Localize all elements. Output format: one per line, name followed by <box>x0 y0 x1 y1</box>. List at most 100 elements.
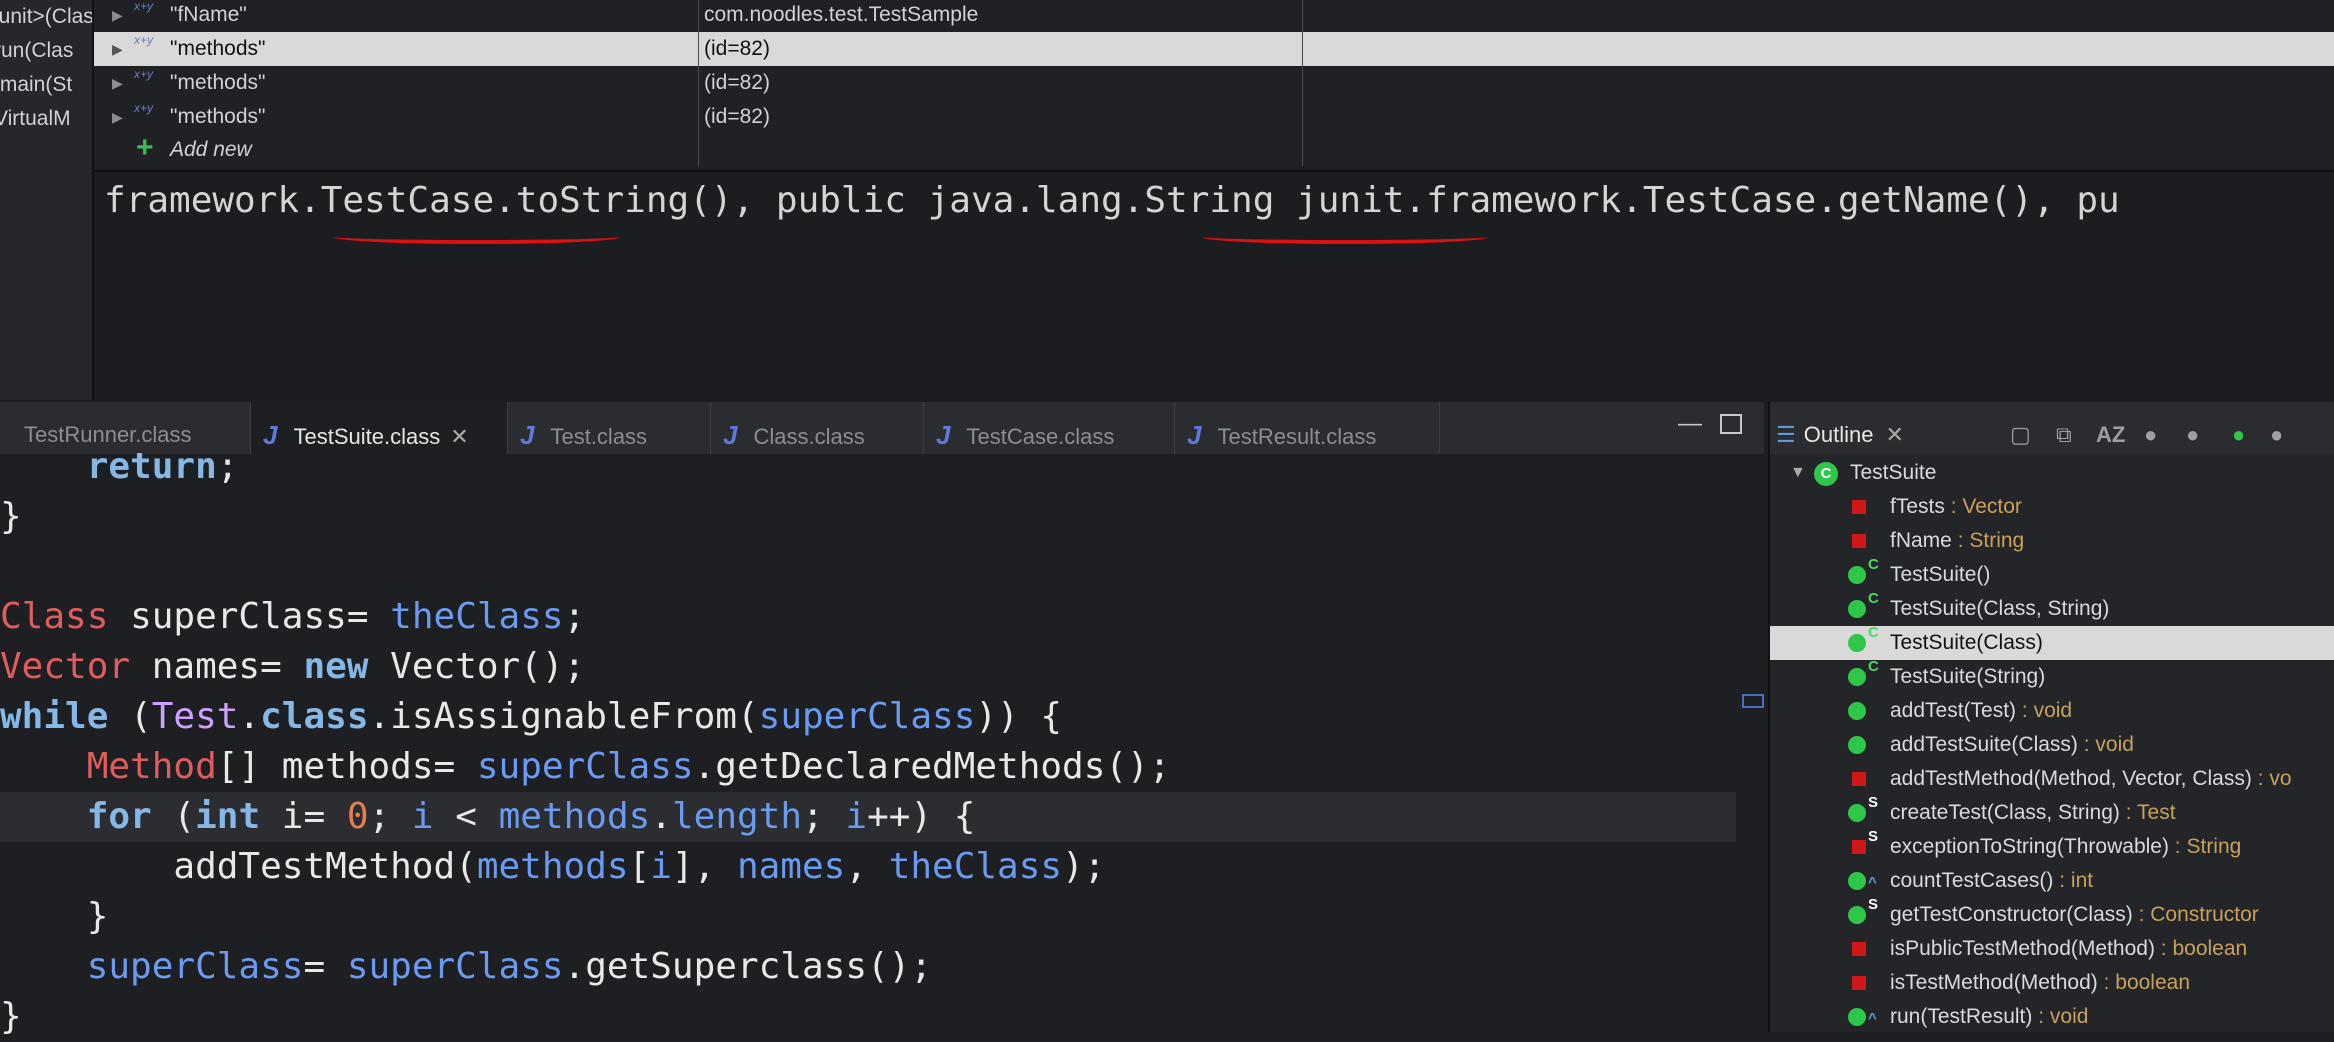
static-badge: S <box>1868 896 1879 913</box>
private-method-icon <box>1852 942 1866 956</box>
constructor-badge: C <box>1868 658 1879 675</box>
code-line: Vector names= new Vector(); <box>0 646 586 687</box>
focus-icon[interactable]: ▢ <box>2010 422 2031 448</box>
code-line: } <box>0 996 22 1037</box>
outline-item[interactable]: fTests : Vector <box>1770 490 2334 524</box>
public-method-icon <box>1848 906 1866 924</box>
outline-item[interactable]: addTestSuite(Class) : void <box>1770 728 2334 762</box>
code-line: Method[] methods= superClass.getDeclared… <box>86 746 1171 787</box>
tab-outline[interactable]: ☰ Outline ✕ <box>1776 402 1904 454</box>
maximize-icon[interactable] <box>1720 414 1742 434</box>
private-field-icon <box>1852 500 1866 514</box>
private-method-icon <box>1852 840 1866 854</box>
stack-frame[interactable]: run(Clas <box>0 34 92 68</box>
expression-name: "methods" <box>170 71 266 94</box>
outline-header: ☰ Outline ✕ ▢ ⧉ AZ ● ● ● ● <box>1770 402 2334 454</box>
constructor-badge: C <box>1868 624 1879 641</box>
expression-row[interactable]: ▶ x+y "methods" (id=82) <box>94 66 2334 100</box>
stack-frame[interactable]: .main(St <box>0 68 92 102</box>
outline-item[interactable]: C TestSuite(String) <box>1770 658 2334 694</box>
code-line: superClass= superClass.getSuperclass(); <box>86 946 933 987</box>
public-method-icon <box>1848 634 1866 652</box>
stack-frame[interactable]: VirtualM <box>0 102 92 136</box>
public-method-icon <box>1848 872 1866 890</box>
stack-frame[interactable]: junit>(Clas <box>0 0 92 34</box>
code-line: } <box>0 496 22 537</box>
outline-item[interactable]: addTestMethod(Method, Vector, Class) : v… <box>1770 762 2334 796</box>
expand-arrow-icon[interactable]: ▶ <box>112 100 123 134</box>
expression-value: (id=82) <box>704 37 770 60</box>
expand-arrow-icon[interactable]: ▶ <box>112 66 123 100</box>
hide-static-icon[interactable]: ● <box>2186 422 2199 448</box>
debug-callstack: junit>(Clas run(Clas .main(St VirtualM <box>0 0 94 400</box>
detail-text: framework.TestCase.toString(), public ja… <box>104 180 2120 221</box>
code-line: } <box>86 896 109 937</box>
outline-icon: ☰ <box>1776 422 1796 447</box>
outline-item-selected[interactable]: C TestSuite(Class) <box>1770 624 2334 660</box>
constructor-badge: C <box>1868 590 1879 607</box>
hide-fields-icon[interactable]: ● <box>2144 422 2157 448</box>
public-method-icon <box>1848 736 1866 754</box>
outline-item[interactable]: C TestSuite() <box>1770 556 2334 592</box>
overview-ruler-marker[interactable] <box>1742 694 1764 708</box>
sort-icon[interactable]: AZ <box>2096 422 2125 448</box>
outline-root-label: TestSuite <box>1850 461 1937 484</box>
class-icon: C <box>1814 462 1838 486</box>
static-badge: S <box>1868 794 1879 811</box>
watch-expression-icon: x+y <box>134 67 154 81</box>
public-method-icon <box>1848 804 1866 822</box>
collapse-arrow-icon[interactable]: ▼ <box>1790 456 1806 490</box>
public-method-icon <box>1848 566 1866 584</box>
code-line: return; <box>86 446 239 487</box>
expression-detail-pane[interactable]: framework.TestCase.toString(), public ja… <box>94 170 2334 402</box>
expression-row[interactable]: ▶ x+y "methods" (id=82) <box>94 100 2334 134</box>
column-divider[interactable] <box>698 0 699 166</box>
code-line: while (Test.class.isAssignableFrom(super… <box>0 696 1063 737</box>
private-field-icon <box>1852 534 1866 548</box>
expression-row[interactable]: ▶ x+y "methods" (id=82) <box>94 32 2334 66</box>
public-method-icon <box>1848 600 1866 618</box>
expression-row[interactable]: ▶ x+y "fName" com.noodles.test.TestSampl… <box>94 0 2334 32</box>
current-code-line: for (int i= 0; i < methods.length; i++) … <box>0 792 1736 842</box>
column-divider[interactable] <box>1302 0 1303 166</box>
outline-root[interactable]: ▼ C TestSuite <box>1770 456 2334 490</box>
outline-view: ☰ Outline ✕ ▢ ⧉ AZ ● ● ● ● ▼ C TestSuite f… <box>1768 402 2334 1032</box>
outline-item[interactable]: SexceptionToString(Throwable) : String <box>1770 828 2334 864</box>
constructor-badge: C <box>1868 556 1879 573</box>
watch-expression-icon: x+y <box>134 33 154 47</box>
code-line: Class superClass= theClass; <box>0 596 586 637</box>
expression-name: "methods" <box>170 37 266 60</box>
outline-item[interactable]: fName : String <box>1770 524 2334 558</box>
code-line: addTestMethod(methods[i], names, theClas… <box>173 846 1106 887</box>
red-underline-annotation <box>1202 230 1488 244</box>
expression-value: (id=82) <box>704 105 770 128</box>
outline-item[interactable]: SgetTestConstructor(Class) : Constructor <box>1770 896 2334 932</box>
expression-value: com.noodles.test.TestSample <box>704 3 979 26</box>
outline-item[interactable]: ScreateTest(Class, String) : Test <box>1770 794 2334 830</box>
code-editor[interactable]: return; } Class superClass= theClass; Ve… <box>0 446 1764 1037</box>
expression-value: (id=82) <box>704 71 770 94</box>
collapse-all-icon[interactable]: ⧉ <box>2056 422 2072 448</box>
outline-item[interactable]: isTestMethod(Method) : boolean <box>1770 966 2334 1000</box>
outline-item[interactable]: addTest(Test) : void <box>1770 694 2334 728</box>
expand-arrow-icon[interactable]: ▶ <box>112 0 123 32</box>
watch-expression-icon: x+y <box>134 101 154 115</box>
static-badge: S <box>1868 828 1879 845</box>
hide-local-types-icon[interactable]: ● <box>2270 422 2283 448</box>
implements-badge: ^ <box>1868 1010 1877 1027</box>
outline-item[interactable]: isPublicTestMethod(Method) : boolean <box>1770 932 2334 966</box>
public-method-icon <box>1848 668 1866 686</box>
hide-nonpublic-icon[interactable]: ● <box>2232 422 2245 448</box>
plus-icon: + <box>136 131 154 164</box>
minimize-icon[interactable]: — <box>1678 410 1702 438</box>
outline-item[interactable]: ^ run(TestResult) : void <box>1770 1000 2334 1034</box>
expression-name: "methods" <box>170 105 266 128</box>
expand-arrow-icon[interactable]: ▶ <box>112 32 123 66</box>
outline-item[interactable]: C TestSuite(Class, String) <box>1770 590 2334 626</box>
expression-name: "fName" <box>170 3 247 26</box>
public-method-icon <box>1848 1008 1866 1026</box>
close-icon[interactable]: ✕ <box>1885 422 1903 447</box>
outline-item[interactable]: ^ countTestCases() : int <box>1770 864 2334 898</box>
public-method-icon <box>1848 702 1866 720</box>
private-method-icon <box>1852 772 1866 786</box>
